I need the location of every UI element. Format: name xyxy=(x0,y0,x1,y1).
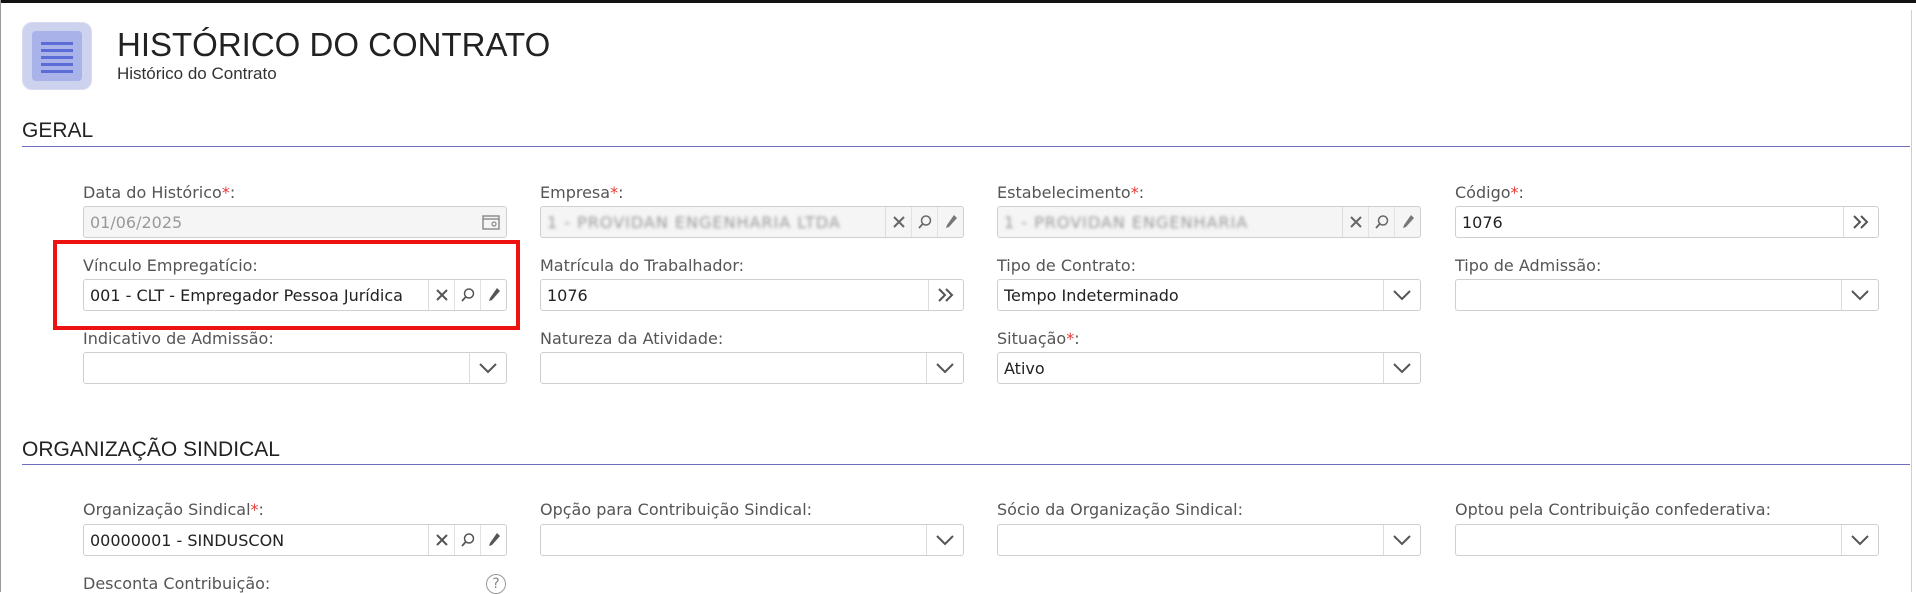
socio-org-select[interactable] xyxy=(997,524,1421,556)
section-divider xyxy=(22,146,1910,147)
situacao-select[interactable]: Ativo xyxy=(997,352,1421,384)
opcao-contribuicao-label: Opção para Contribuição Sindical: xyxy=(540,500,813,519)
search-icon[interactable] xyxy=(911,207,937,237)
right-border xyxy=(1911,10,1912,592)
situacao-value: Ativo xyxy=(1004,359,1045,378)
matricula-value: 1076 xyxy=(547,286,588,305)
calendar-icon[interactable] xyxy=(476,207,506,237)
empresa-value: 1 - PROVIDAN ENGENHARIA LTDA xyxy=(547,213,841,232)
tipo-admissao-label: Tipo de Admissão: xyxy=(1455,256,1602,275)
indicativo-admissao-label: Indicativo de Admissão: xyxy=(83,329,274,348)
opcao-contribuicao-select[interactable] xyxy=(540,524,964,556)
data-historico-value: 01/06/2025 xyxy=(90,213,183,232)
indicativo-admissao-select[interactable] xyxy=(83,352,507,384)
desconta-contribuicao-label: Desconta Contribuição: xyxy=(83,574,271,593)
data-historico-field[interactable]: 01/06/2025 xyxy=(83,206,507,238)
codigo-label: Código*: xyxy=(1455,183,1524,202)
double-chevron-right-icon[interactable] xyxy=(1843,207,1878,237)
chevron-down-icon[interactable] xyxy=(1383,525,1420,555)
double-chevron-right-icon[interactable] xyxy=(928,280,963,310)
highlight-box xyxy=(53,240,520,330)
estabelecimento-label: Estabelecimento*: xyxy=(997,183,1145,202)
pencil-icon[interactable] xyxy=(937,207,963,237)
close-icon[interactable] xyxy=(429,525,454,555)
tipo-contrato-label: Tipo de Contrato: xyxy=(997,256,1137,275)
chevron-down-icon[interactable] xyxy=(1841,280,1878,310)
page-subtitle: Histórico do Contrato xyxy=(117,64,277,83)
estabelecimento-value: 1 - PROVIDAN ENGENHARIA xyxy=(1004,213,1249,232)
optou-confederativa-select[interactable] xyxy=(1455,524,1879,556)
matricula-label: Matrícula do Trabalhador: xyxy=(540,256,744,275)
tipo-contrato-select[interactable]: Tempo Indeterminado xyxy=(997,279,1421,311)
chevron-down-icon[interactable] xyxy=(1383,353,1420,383)
tipo-contrato-value: Tempo Indeterminado xyxy=(1004,286,1179,305)
section-title-organizacao-sindical: ORGANIZAÇÃO SINDICAL xyxy=(22,438,280,461)
help-icon[interactable]: ? xyxy=(486,574,506,594)
chevron-down-icon[interactable] xyxy=(469,353,506,383)
left-border xyxy=(0,0,1,592)
situacao-label: Situação*: xyxy=(997,329,1080,348)
org-sindical-value: 00000001 - SINDUSCON xyxy=(90,531,285,550)
matricula-field[interactable]: 1076 xyxy=(540,279,964,311)
chevron-down-icon[interactable] xyxy=(1841,525,1878,555)
top-border xyxy=(0,0,1916,3)
natureza-atividade-select[interactable] xyxy=(540,352,964,384)
org-sindical-field[interactable]: 00000001 - SINDUSCON xyxy=(83,524,507,556)
document-list-icon xyxy=(22,22,92,90)
search-icon[interactable] xyxy=(454,525,480,555)
empresa-field[interactable]: 1 - PROVIDAN ENGENHARIA LTDA xyxy=(540,206,964,238)
tipo-admissao-select[interactable] xyxy=(1455,279,1879,311)
socio-org-label: Sócio da Organização Sindical: xyxy=(997,500,1244,519)
chevron-down-icon[interactable] xyxy=(1383,280,1420,310)
codigo-field[interactable]: 1076 xyxy=(1455,206,1879,238)
optou-confederativa-label: Optou pela Contribuição confederativa: xyxy=(1455,500,1771,519)
pencil-icon[interactable] xyxy=(1394,207,1420,237)
close-icon[interactable] xyxy=(886,207,911,237)
chevron-down-icon[interactable] xyxy=(926,525,963,555)
empresa-label: Empresa*: xyxy=(540,183,624,202)
section-divider xyxy=(22,464,1910,465)
natureza-atividade-label: Natureza da Atividade: xyxy=(540,329,724,348)
codigo-value: 1076 xyxy=(1462,213,1503,232)
page-title: HISTÓRICO DO CONTRATO xyxy=(117,26,551,63)
org-sindical-label: Organização Sindical*: xyxy=(83,500,264,519)
pencil-icon[interactable] xyxy=(480,525,506,555)
section-title-geral: GERAL xyxy=(22,119,94,142)
close-icon[interactable] xyxy=(1343,207,1368,237)
search-icon[interactable] xyxy=(1368,207,1394,237)
estabelecimento-field[interactable]: 1 - PROVIDAN ENGENHARIA xyxy=(997,206,1421,238)
chevron-down-icon[interactable] xyxy=(926,353,963,383)
data-historico-label: Data do Histórico*: xyxy=(83,183,236,202)
